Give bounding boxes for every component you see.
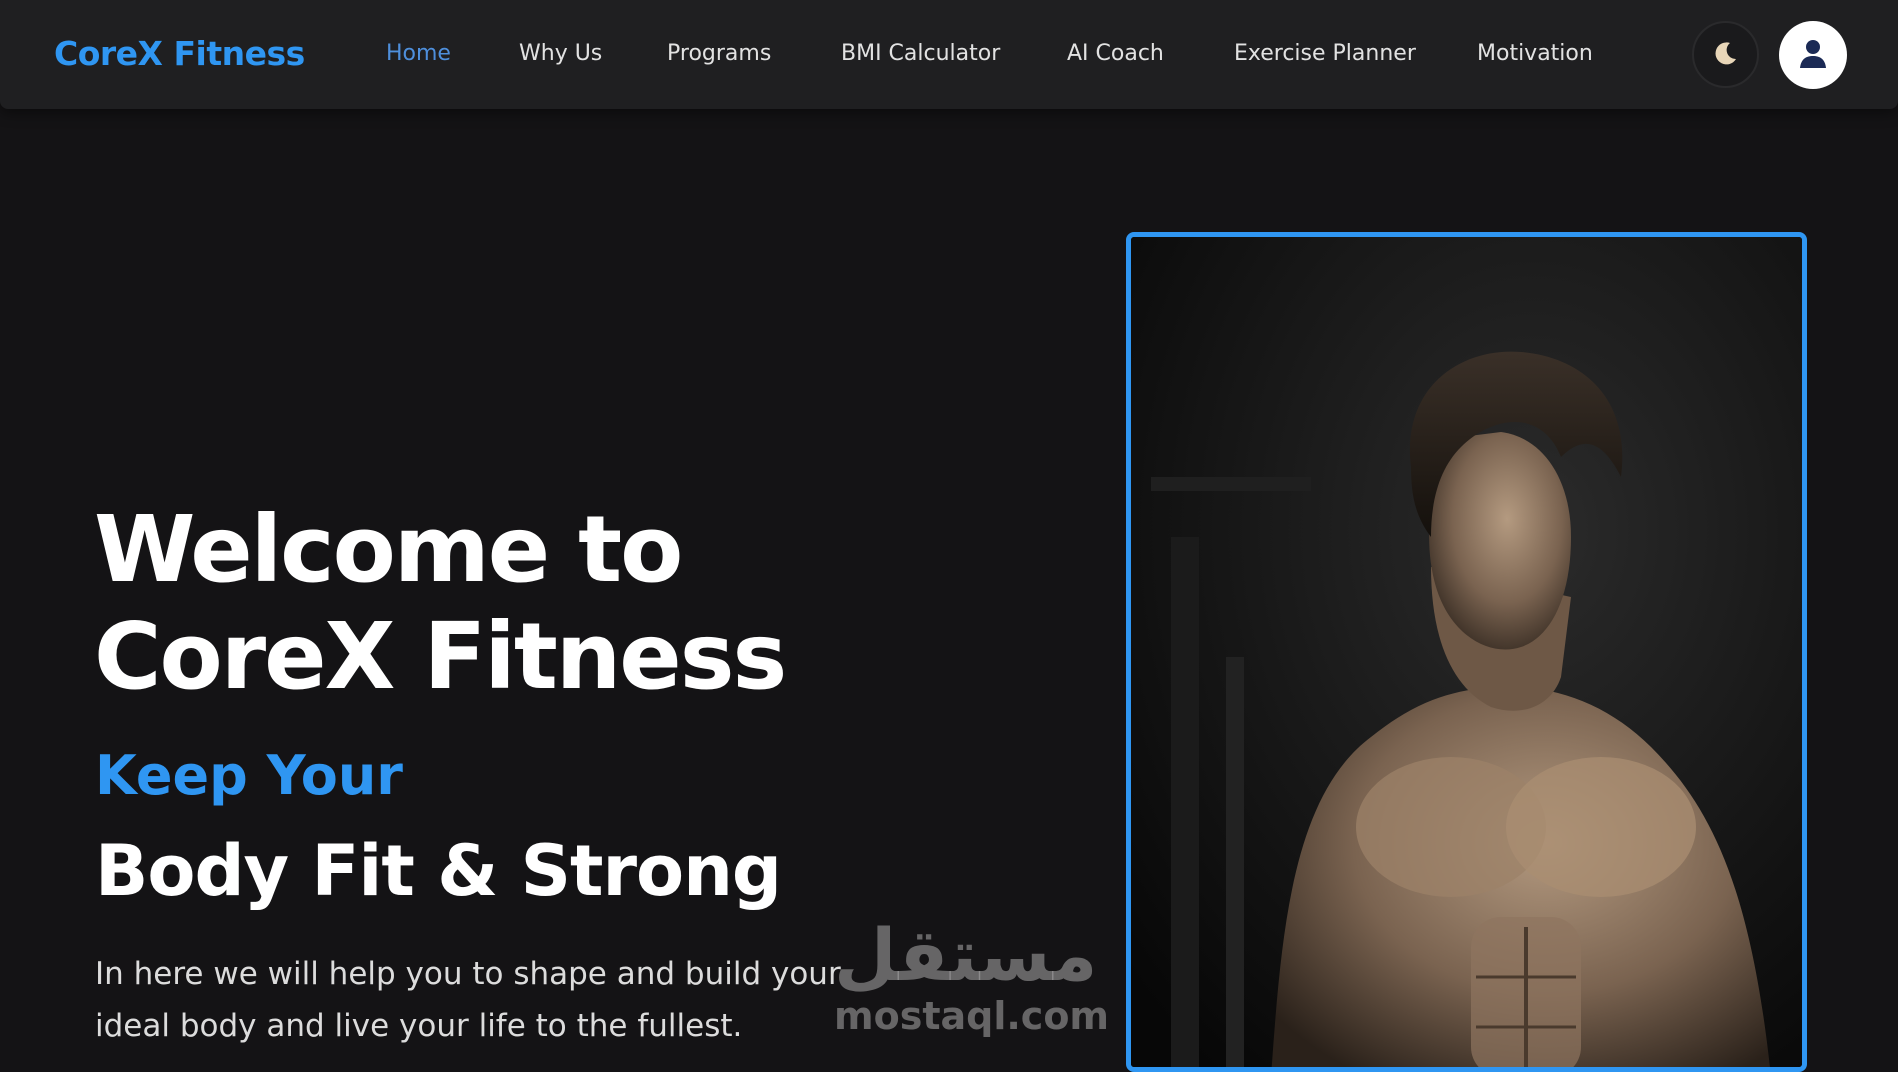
hero-title: Welcome to CoreX Fitness [94, 496, 787, 710]
brand-logo[interactable]: CoreX Fitness [54, 34, 305, 73]
user-icon [1797, 37, 1829, 73]
hero-subtitle: Body Fit & Strong [95, 830, 782, 912]
theme-toggle-button[interactable] [1692, 21, 1759, 88]
nav-link-programs[interactable]: Programs [667, 41, 771, 66]
profile-button[interactable] [1779, 21, 1847, 89]
hero-title-line2: CoreX Fitness [94, 603, 787, 710]
nav-link-ai-coach[interactable]: AI Coach [1067, 41, 1164, 66]
watermark: مستقل mostaql.com [834, 913, 1110, 1038]
nav-link-exercise-planner[interactable]: Exercise Planner [1234, 41, 1416, 66]
moon-icon [1712, 39, 1740, 71]
hero-image-frame [1126, 232, 1807, 1072]
navbar: CoreX Fitness Home Why Us Programs BMI C… [0, 0, 1898, 109]
nav-link-motivation[interactable]: Motivation [1477, 41, 1593, 66]
nav-link-bmi-calculator[interactable]: BMI Calculator [841, 41, 1000, 66]
hero-description: In here we will help you to shape and bu… [95, 956, 841, 1044]
watermark-arabic: مستقل [834, 913, 1098, 997]
hero-title-line1: Welcome to [94, 496, 683, 603]
nav-link-home[interactable]: Home [386, 41, 451, 66]
nav-link-why-us[interactable]: Why Us [519, 41, 602, 66]
watermark-latin: mostaql.com [834, 994, 1110, 1038]
hero-image [1131, 237, 1802, 1067]
hero-accent-text: Keep Your [95, 744, 403, 807]
